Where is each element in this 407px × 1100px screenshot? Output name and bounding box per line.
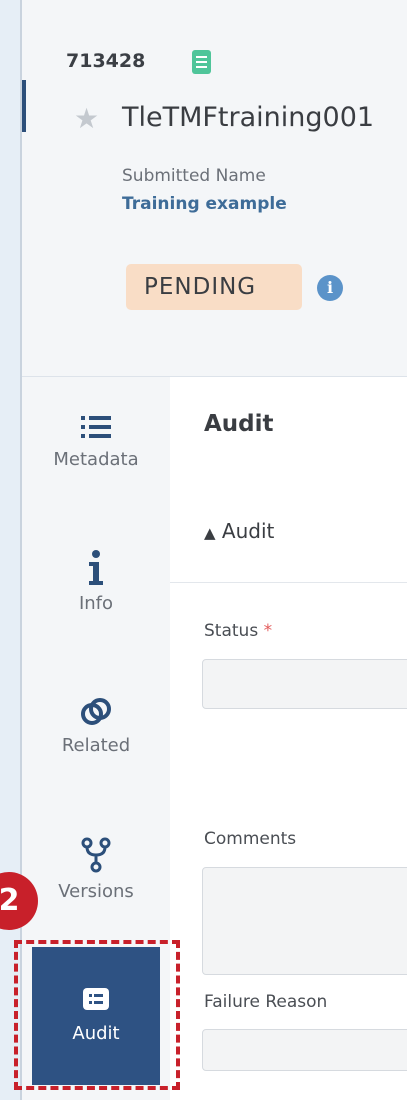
comments-field[interactable] — [202, 867, 407, 975]
star-icon[interactable]: ★ — [74, 105, 99, 133]
sidebar-item-metadata[interactable]: Metadata — [22, 413, 170, 470]
section-title: Audit — [204, 411, 274, 437]
status-badge: PENDING — [126, 264, 302, 310]
info-icon[interactable]: i — [317, 275, 343, 301]
failure-reason-field[interactable] — [202, 1029, 407, 1071]
submitted-name-value: Training example — [122, 194, 287, 214]
accent-bar — [22, 80, 26, 132]
document-icon — [192, 50, 211, 74]
status-label-text: Status — [204, 621, 259, 641]
submitted-name-label: Submitted Name — [122, 166, 266, 186]
required-mark: * — [263, 621, 273, 641]
annotation-highlight — [14, 940, 180, 1090]
sidebar-item-label: Metadata — [53, 449, 139, 470]
divider — [170, 582, 407, 583]
document-id: 713428 — [66, 50, 146, 72]
caret-up-icon: ▲ — [204, 524, 216, 542]
sidebar-item-info[interactable]: Info — [22, 549, 170, 614]
status-field-label: Status * — [204, 621, 272, 641]
audit-section: Audit ▲ Audit Status * Comments Failure … — [170, 377, 407, 1100]
branch-icon — [81, 837, 111, 873]
document-panel: 713428 ★ TleTMFtraining001 Submitted Nam… — [20, 0, 407, 1100]
sidebar-item-versions[interactable]: Versions — [22, 837, 170, 902]
list-icon — [81, 416, 111, 438]
document-title: TleTMFtraining001 — [122, 102, 375, 133]
document-header: 713428 ★ TleTMFtraining001 Submitted Nam… — [22, 0, 407, 377]
audit-collapse-toggle[interactable]: ▲ Audit — [204, 519, 274, 543]
info-i-icon — [89, 550, 103, 585]
link-icon — [81, 698, 111, 725]
failure-reason-field-label: Failure Reason — [204, 992, 328, 1012]
sidebar-item-label: Info — [78, 593, 114, 614]
sidebar-item-related[interactable]: Related — [22, 697, 170, 756]
comments-field-label: Comments — [204, 829, 297, 849]
sidebar-item-label: Versions — [58, 881, 134, 902]
toggle-label: Audit — [221, 519, 275, 543]
sidebar-item-label: Related — [61, 735, 131, 756]
status-field[interactable] — [202, 659, 407, 709]
